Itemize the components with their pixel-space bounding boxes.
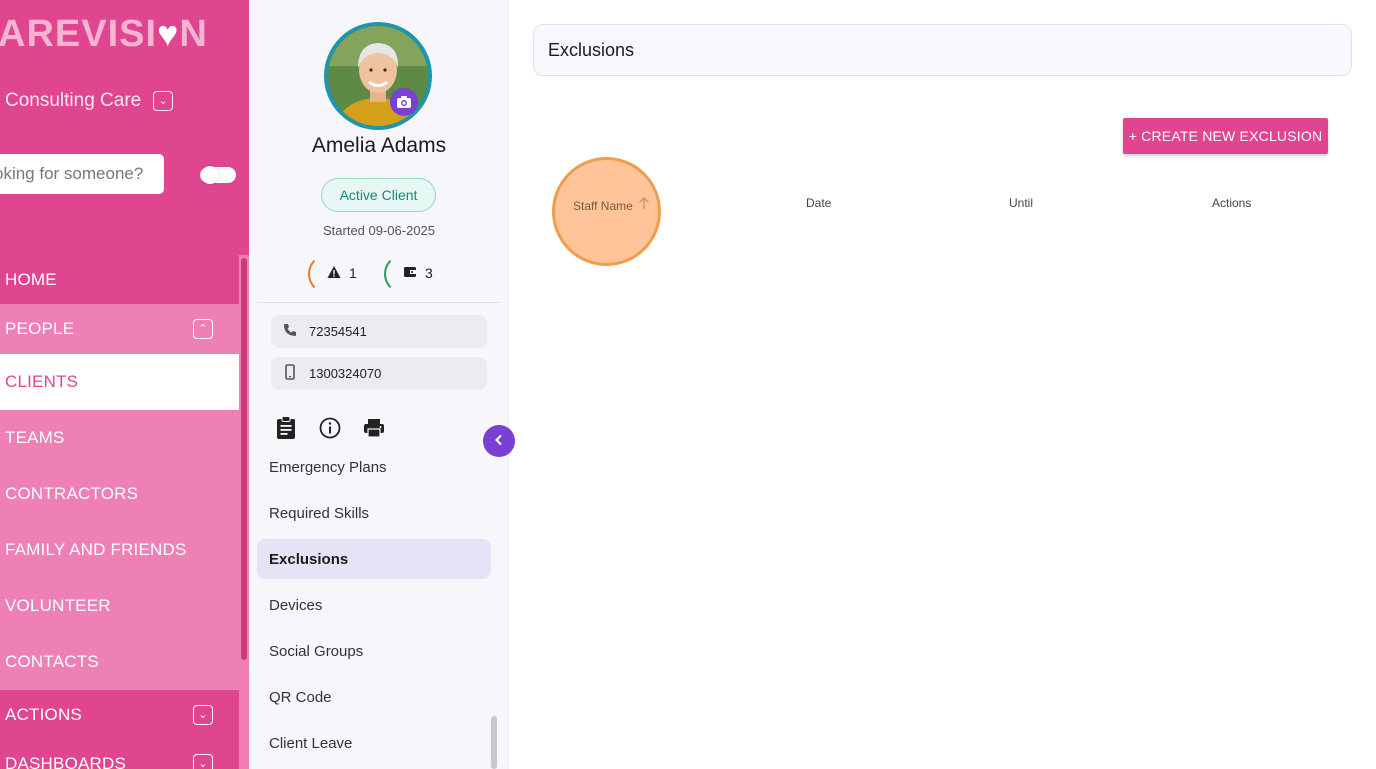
mobile-number: 1300324070 (309, 366, 382, 381)
toggle-knob (201, 166, 219, 184)
menu-item-label: Social Groups (269, 642, 364, 660)
phone-icon (283, 323, 297, 340)
start-date: Started 09-06-2025 (322, 223, 436, 238)
main-navigation: AREVISI♥N Consulting Care ⌄ HOME PEOPLE … (0, 0, 249, 769)
chevron-up-icon[interactable]: ⌃ (193, 319, 213, 339)
column-label: Staff Name (573, 199, 633, 213)
menu-item-label: Required Skills (269, 504, 370, 522)
nav-item-label: CONTACTS (5, 652, 99, 671)
phone-number: 72354541 (309, 324, 367, 339)
mobile-field[interactable]: 1300324070 (271, 357, 487, 390)
menu-item-required-skills[interactable]: Required Skills (257, 493, 491, 533)
nav-item-label: DASHBOARDS (5, 754, 127, 769)
search-input[interactable] (0, 154, 164, 194)
nav-item-label: ACTIONS (5, 705, 82, 724)
nav-item-volunteer[interactable]: VOLUNTEER (0, 578, 239, 634)
printer-icon[interactable] (363, 414, 385, 442)
nav-item-dashboards[interactable]: DASHBOARDS ⌄ (0, 744, 239, 769)
menu-item-label: Exclusions (269, 550, 349, 568)
nav-item-label: CONTRACTORS (5, 484, 139, 503)
page-title: Exclusions (548, 39, 635, 60)
camera-icon[interactable] (390, 88, 418, 116)
nav-item-contractors[interactable]: CONTRACTORS (0, 466, 239, 522)
menu-item-exclusions[interactable]: Exclusions (257, 539, 491, 579)
nav-item-teams[interactable]: TEAMS (0, 410, 239, 466)
nav-item-home[interactable]: HOME (0, 262, 239, 298)
nav-item-label: PEOPLE (5, 319, 75, 338)
warning-icon (327, 265, 341, 282)
menu-item-social-groups[interactable]: Social Groups (257, 631, 491, 671)
nav-item-family-and-friends[interactable]: FAMILY AND FRIENDS (0, 522, 239, 578)
client-name: Amelia Adams (311, 134, 447, 157)
divider (257, 302, 502, 303)
menu-item-label: Client Leave (269, 734, 353, 752)
company-name: Consulting Care (5, 90, 142, 111)
phone-field[interactable]: 72354541 (271, 315, 487, 348)
nav-item-label: CLIENTS (5, 372, 79, 391)
avatar (324, 22, 432, 130)
sort-arrow-up-icon[interactable] (638, 196, 650, 213)
app-window: AREVISI♥N Consulting Care ⌄ HOME PEOPLE … (0, 0, 1376, 769)
nav-item-label: FAMILY AND FRIENDS (5, 540, 187, 559)
chevron-down-icon[interactable]: ⌄ (193, 705, 213, 725)
menu-item-label: Devices (269, 596, 323, 614)
company-selector[interactable]: Consulting Care ⌄ (5, 90, 174, 112)
menu-item-label: Emergency Plans (269, 458, 387, 476)
nav-item-label: TEAMS (5, 428, 65, 447)
nav-item-label: VOLUNTEER (5, 596, 111, 615)
nav-item-people[interactable]: PEOPLE ⌃ (0, 304, 239, 354)
info-icon[interactable] (319, 414, 341, 442)
chevron-down-icon[interactable]: ⌄ (153, 91, 174, 111)
wallet-icon (403, 265, 417, 282)
column-label: Date (806, 196, 832, 210)
column-label: Until (1009, 196, 1034, 210)
nav-item-actions[interactable]: ACTIONS ⌄ (0, 690, 239, 740)
mobile-icon (283, 364, 297, 383)
profile-scrollbar-thumb[interactable] (491, 716, 497, 769)
toggle-switch[interactable] (200, 166, 236, 184)
menu-item-devices[interactable]: Devices (257, 585, 491, 625)
column-header-actions[interactable]: Actions (1212, 196, 1251, 210)
nav-item-label: HOME (5, 270, 57, 289)
menu-item-qr-code[interactable]: QR Code (257, 677, 491, 717)
collapse-panel-button[interactable] (483, 425, 515, 457)
brand-logo: AREVISI♥N (0, 13, 208, 55)
client-profile-panel: Amelia Adams Active Client Started 09-06… (249, 0, 509, 769)
alerts-stat[interactable]: 1 (308, 254, 364, 294)
alerts-count: 1 (349, 265, 357, 281)
column-header-until[interactable]: Until (1009, 196, 1033, 210)
wallet-count: 3 (425, 265, 433, 281)
column-label: Actions (1212, 196, 1252, 210)
column-header-date[interactable]: Date (806, 196, 831, 210)
menu-item-client-leave[interactable]: Client Leave (257, 723, 491, 763)
chevron-down-icon[interactable]: ⌄ (193, 754, 213, 769)
page-header: Exclusions (533, 24, 1352, 76)
nav-scrollbar-thumb[interactable] (241, 258, 247, 660)
nav-item-contacts[interactable]: CONTACTS (0, 634, 239, 690)
status-badge: Active Client (321, 178, 436, 212)
menu-item-emergency-plans[interactable]: Emergency Plans (257, 447, 491, 487)
chevron-left-icon (494, 433, 504, 449)
menu-item-label: QR Code (269, 688, 332, 706)
wallet-stat[interactable]: 3 (384, 254, 440, 294)
clipboard-icon[interactable] (275, 414, 297, 442)
profile-tools (275, 414, 385, 442)
create-new-exclusion-button[interactable]: + CREATE NEW EXCLUSION (1123, 118, 1328, 154)
heart-icon: ♥ (157, 13, 180, 54)
column-header-staff-name[interactable]: Staff Name (573, 196, 650, 213)
nav-item-clients[interactable]: CLIENTS (0, 354, 239, 410)
